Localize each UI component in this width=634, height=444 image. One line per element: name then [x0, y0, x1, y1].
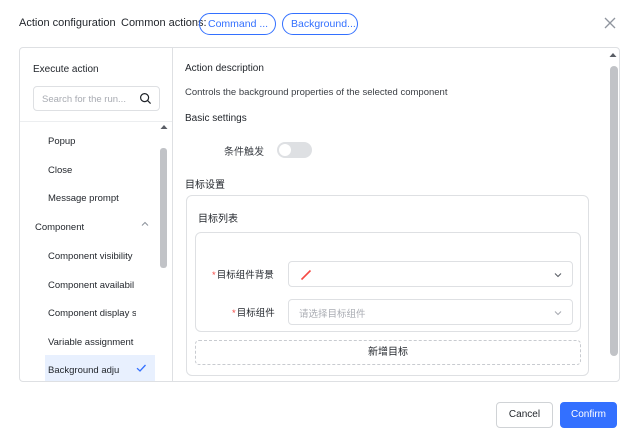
list-group-component[interactable]: Component: [35, 222, 145, 233]
target-background-label-text: 目标组件背景: [216, 270, 274, 281]
left-scrollbar-thumb[interactable]: [160, 148, 167, 268]
common-actions-label: Common actions:: [121, 17, 207, 29]
close-icon[interactable]: [603, 16, 617, 30]
list-item-close[interactable]: Close: [48, 165, 136, 176]
dialog-title: Action configuration: [19, 17, 116, 29]
confirm-button[interactable]: Confirm: [560, 402, 617, 428]
cancel-button[interactable]: Cancel: [496, 402, 553, 428]
target-component-label-text: 目标组件: [236, 308, 275, 319]
scroll-up-arrow[interactable]: [609, 51, 617, 59]
required-mark: *: [212, 270, 216, 281]
action-list: Popup Close Message prompt Component Com…: [20, 122, 160, 381]
target-settings-title: 目标设置: [185, 180, 225, 191]
list-item-component-display[interactable]: Component display s: [48, 308, 136, 319]
scroll-up-arrow[interactable]: [160, 123, 168, 131]
target-background-select[interactable]: [288, 261, 573, 287]
action-description-title: Action description: [185, 63, 264, 74]
list-item-background-adjust[interactable]: Background adju: [48, 365, 120, 376]
required-mark: *: [232, 308, 236, 319]
target-component-label: *目标组件: [232, 305, 275, 319]
target-item-card: *目标组件背景 *目标组件 请选择目标组件: [195, 232, 581, 332]
common-action-chip-command[interactable]: Command ...: [199, 13, 276, 35]
list-item-component-availability[interactable]: Component availabil: [48, 280, 136, 291]
basic-settings-title: Basic settings: [185, 113, 247, 124]
chevron-down-icon: [554, 273, 562, 278]
condition-trigger-label: 条件触发: [224, 147, 264, 158]
list-item-message-prompt[interactable]: Message prompt: [48, 193, 136, 204]
target-background-label: *目标组件背景: [212, 267, 274, 281]
action-list-panel: Execute action Popup Close Message promp…: [20, 48, 173, 381]
toggle-knob: [279, 144, 291, 156]
chevron-down-icon: [554, 311, 562, 316]
list-item-popup[interactable]: Popup: [48, 136, 136, 147]
no-color-swatch-icon: [300, 269, 312, 281]
target-component-placeholder: 请选择目标组件: [299, 309, 366, 320]
action-search-input[interactable]: [42, 91, 138, 107]
target-list-box: 目标列表 *目标组件背景 *目标组件 请选择目标组件 新增目标: [186, 195, 589, 376]
chevron-up-icon[interactable]: [140, 219, 150, 229]
condition-trigger-toggle[interactable]: [277, 142, 312, 158]
right-scrollbar-thumb[interactable]: [610, 66, 618, 356]
add-target-button[interactable]: 新增目标: [195, 340, 581, 365]
action-settings-panel: Action description Controls the backgrou…: [173, 48, 619, 381]
target-list-title: 目标列表: [198, 214, 238, 225]
list-item-component-visibility[interactable]: Component visibility: [48, 251, 136, 262]
action-config-dialog: Action configuration Common actions: Com…: [0, 0, 634, 444]
execute-action-title: Execute action: [33, 64, 99, 75]
main-panel: Execute action Popup Close Message promp…: [19, 47, 620, 382]
search-icon[interactable]: [139, 92, 152, 105]
common-action-chip-background[interactable]: Background...: [282, 13, 358, 35]
action-description-text: Controls the background properties of th…: [185, 87, 448, 98]
check-icon: [136, 364, 146, 372]
target-component-select[interactable]: 请选择目标组件: [288, 299, 573, 325]
list-item-variable-assignment[interactable]: Variable assignment: [48, 337, 136, 348]
action-search-box[interactable]: [33, 86, 160, 111]
